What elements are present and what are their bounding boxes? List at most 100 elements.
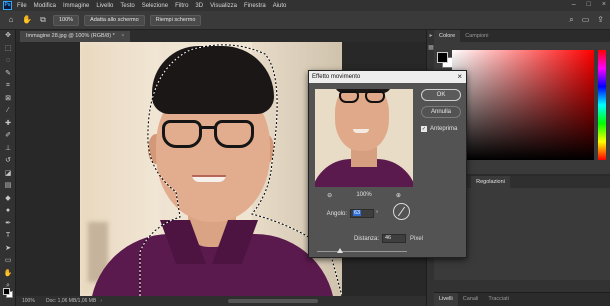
preview-checkbox[interactable]: ✓ [421,126,427,132]
ok-button[interactable]: OK [421,89,461,101]
frame-tool-icon[interactable]: ⊠ [0,93,16,106]
subject-mouth [192,175,226,182]
motion-blur-dialog: Effetto movimento × ⊖ 100% ⊕ OK Annulla … [308,70,467,258]
menu-window[interactable]: Finestra [244,3,266,9]
share-icon[interactable]: ⇪ [597,15,604,25]
tab-color[interactable]: Colore [434,30,461,42]
glasses-left-lens [162,120,202,148]
dodge-tool-icon[interactable]: ● [0,205,16,218]
gradient-tool-icon[interactable]: ▤ [0,180,16,193]
angle-unit: ° [376,210,379,217]
tab-paths[interactable]: Tracciati [483,293,514,306]
fit-screen-button[interactable]: Adatta allo schermo [84,14,145,26]
preview-mouth [353,129,369,133]
angle-row: Angolo: 63 ° [315,203,410,220]
distance-slider[interactable] [317,248,407,253]
dialog-close-icon[interactable]: × [457,71,462,83]
menu-image[interactable]: Immagine [63,3,89,9]
home-icon[interactable]: ⌂ [6,15,16,25]
preview-zoom-controls: ⊖ 100% ⊕ [315,192,413,199]
minimize-icon[interactable]: – [572,1,576,8]
document-tab[interactable]: Immagine 28.jpg @ 100% (RGB/8) * × [20,31,131,42]
maximize-icon[interactable]: □ [587,1,591,8]
status-zoom[interactable]: 100% [22,298,46,304]
menu-view[interactable]: Visualizza [210,3,237,9]
zoom-value-field[interactable]: 100% [53,14,80,26]
fill-screen-button[interactable]: Riempi schermo [149,14,202,26]
eraser-tool-icon[interactable]: ◪ [0,168,16,181]
glasses-bridge [201,126,215,129]
menu-type[interactable]: Testo [120,3,134,9]
preview-zoom-level: 100% [356,192,372,198]
color-panel-tabs: Colore Campioni [434,30,610,42]
angle-input[interactable]: 63 [350,209,374,218]
blur-tool-icon[interactable]: ◆ [0,193,16,206]
tools-panel: ✥ ⬚ ◌ ✎ ⌗ ⊠ ⁄ ✚ ✐ ⊥ ↺ ◪ ▤ ◆ ● ✒ T ➤ ▭ ✋ … [0,30,16,306]
healing-brush-icon[interactable]: ✚ [0,118,16,131]
lasso-tool-icon[interactable]: ◌ [0,55,16,68]
menu-select[interactable]: Selezione [142,3,168,9]
horizontal-scrollbar[interactable] [228,299,318,303]
foreground-color-swatch[interactable] [3,288,10,295]
path-select-icon[interactable]: ➤ [0,243,16,256]
options-bar: ⌂ ✋ ⧉ 100% Adatta allo schermo Riempi sc… [0,11,610,30]
distance-input[interactable]: 46 [382,234,406,243]
angle-dial[interactable] [393,203,410,220]
tab-swatches[interactable]: Campioni [460,30,493,42]
dialog-title-bar[interactable]: Effetto movimento × [309,71,466,83]
distance-slider-knob[interactable] [337,248,343,253]
menu-filter[interactable]: Filtro [175,3,188,9]
brush-tool-icon[interactable]: ✐ [0,130,16,143]
distance-unit: Pixel [410,235,424,242]
hand-tool-icon[interactable]: ✋ [22,15,32,25]
filter-preview[interactable] [315,89,413,187]
pen-tool-icon[interactable]: ✒ [0,218,16,231]
panel-foreground-swatch[interactable] [437,52,448,63]
status-bar: 100% Doc: 1,06 MB/1,06 MB › [16,296,426,306]
search-icon[interactable]: ⌕ [569,15,573,25]
tab-channels[interactable]: Canali [458,293,484,306]
color-picker-field[interactable] [452,50,594,160]
move-tool-icon[interactable]: ✥ [0,30,16,43]
document-tab-bar: Immagine 28.jpg @ 100% (RGB/8) * × [16,30,426,42]
window-controls: – □ × [572,1,606,8]
tab-layers[interactable]: Livelli [434,293,458,306]
clone-stamp-icon[interactable]: ⊥ [0,143,16,156]
hand-tool-icon[interactable]: ✋ [0,268,16,281]
angle-dial-indicator [397,206,406,217]
zoom-out-icon[interactable]: ⊖ [327,192,332,199]
close-icon[interactable]: × [602,1,606,8]
type-tool-icon[interactable]: T [0,230,16,243]
preview-checkbox-row[interactable]: ✓ Anteprima [421,126,457,132]
color-swatches[interactable] [3,288,13,298]
cancel-button[interactable]: Annulla [421,106,461,118]
menu-edit[interactable]: Modifica [34,3,56,9]
distance-label: Distanza: [353,235,379,242]
preview-glasses-right [365,91,385,103]
hue-slider[interactable] [598,50,606,160]
tab-adjustments[interactable]: Regolazioni [471,176,510,188]
scroll-all-icon[interactable]: ⧉ [38,15,48,25]
options-right-icons: ⌕ ▭ ⇪ [569,15,604,25]
shape-tool-icon[interactable]: ▭ [0,255,16,268]
close-tab-icon[interactable]: × [121,33,124,39]
eyedropper-tool-icon[interactable]: ⁄ [0,105,16,118]
zoom-in-icon[interactable]: ⊕ [396,192,401,199]
history-brush-icon[interactable]: ↺ [0,155,16,168]
preview-checkbox-label: Anteprima [430,126,458,132]
marquee-tool-icon[interactable]: ⬚ [0,43,16,56]
menu-file[interactable]: File [17,3,27,9]
photoshop-logo: Ps [3,1,12,10]
crop-tool-icon[interactable]: ⌗ [0,80,16,93]
status-doc-size: Doc: 1,06 MB/1,06 MB [46,298,97,304]
layers-panel-tabs: Livelli Canali Tracciati [434,292,610,306]
angle-value: 63 [353,210,362,216]
canvas-photo[interactable] [80,42,342,296]
workspace-icon[interactable]: ▭ [582,15,590,25]
menu-layer[interactable]: Livello [96,3,113,9]
preview-glasses-left [339,91,359,103]
status-menu-arrow[interactable]: › [100,298,102,304]
menu-3d[interactable]: 3D [195,3,203,9]
quick-select-tool-icon[interactable]: ✎ [0,68,16,81]
menu-help[interactable]: Aiuto [273,3,287,9]
